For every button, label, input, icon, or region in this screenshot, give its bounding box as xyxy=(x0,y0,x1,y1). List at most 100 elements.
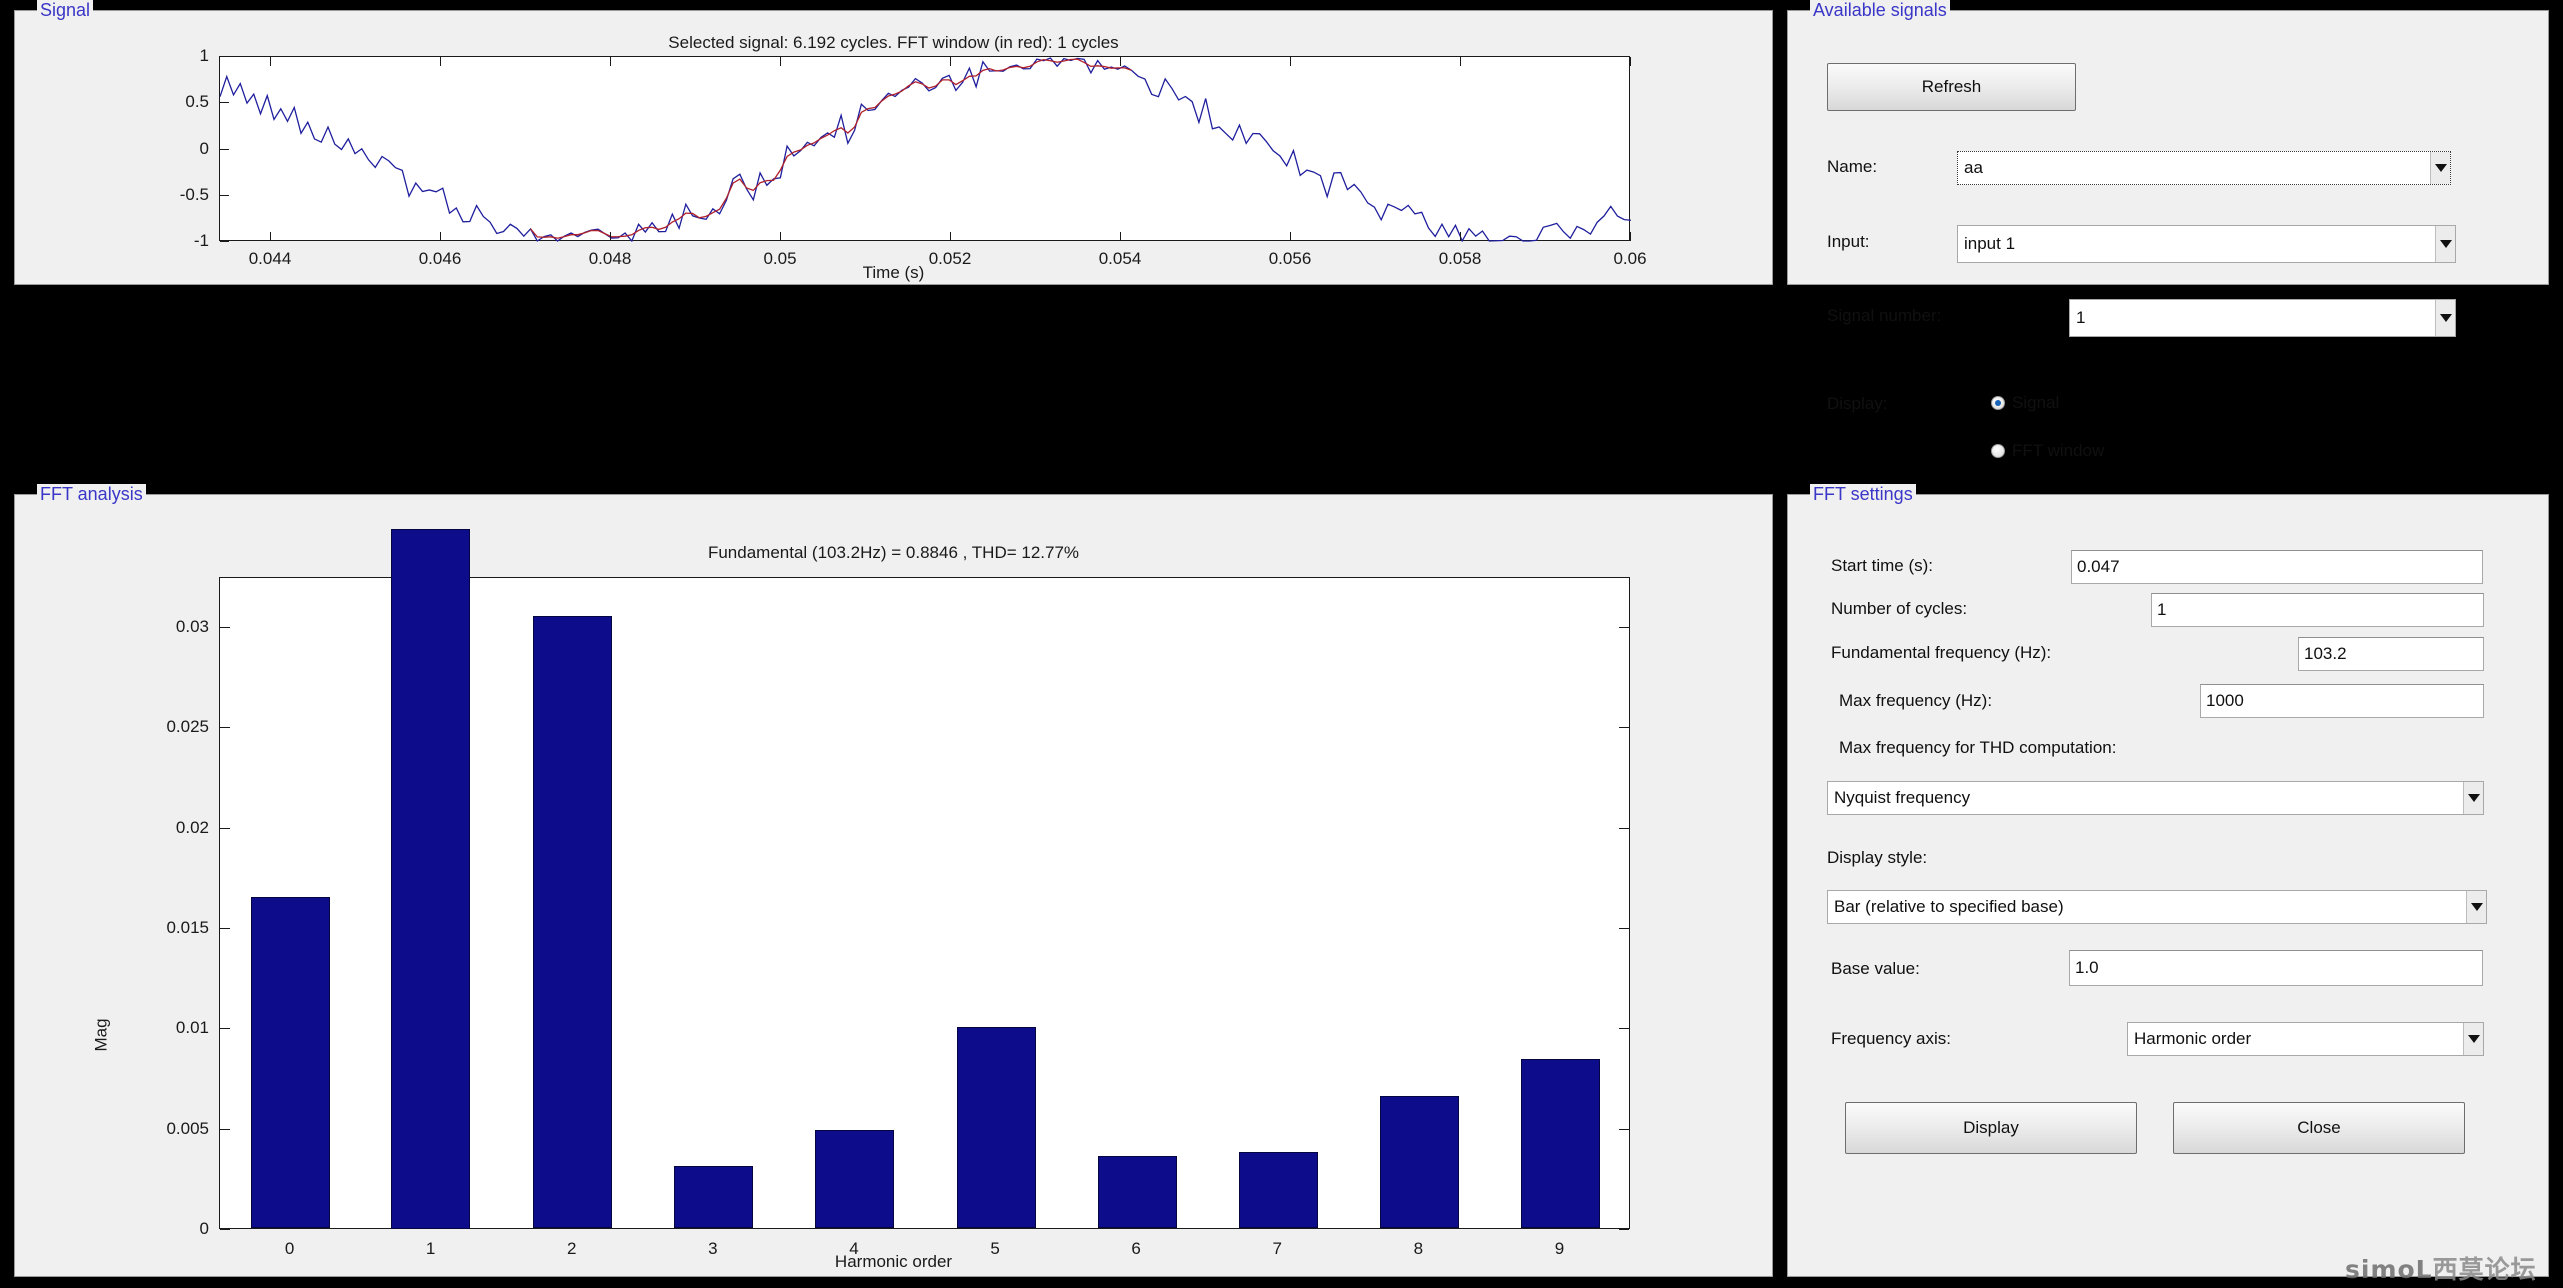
signal-x-tick xyxy=(1120,232,1121,241)
signal-number-label: Signal number: xyxy=(1827,306,1942,325)
signal-y-tick xyxy=(220,102,229,104)
signal-x-tick xyxy=(610,232,611,241)
display-button[interactable]: Display xyxy=(1845,1102,2137,1154)
fft-bar xyxy=(1520,1059,1600,1228)
fft-y-tick xyxy=(1619,1128,1629,1130)
fft-y-tick xyxy=(1619,1028,1629,1030)
close-button[interactable]: Close xyxy=(2173,1102,2465,1154)
signal-x-tick xyxy=(1630,57,1631,66)
signal-number-combobox[interactable]: 1 xyxy=(2069,299,2456,337)
max-frequency-thd-value: Nyquist frequency xyxy=(1834,788,1971,807)
chevron-down-icon[interactable] xyxy=(2463,1023,2483,1055)
fft-settings-panel-title: FFT settings xyxy=(1810,484,1916,504)
fft-y-tick-label: 0.03 xyxy=(175,617,209,637)
base-value-input[interactable]: 1.0 xyxy=(2069,950,2483,986)
fft-y-tick xyxy=(220,928,230,930)
fft-axes: Fundamental (103.2Hz) = 0.8846 , THD= 12… xyxy=(15,495,1772,1276)
signal-x-tick xyxy=(950,57,951,66)
number-of-cycles-input[interactable]: 1 xyxy=(2151,593,2484,627)
signal-x-tick xyxy=(440,57,441,66)
signal-y-tick-label: 0 xyxy=(199,138,209,158)
chevron-down-icon[interactable] xyxy=(2430,152,2450,184)
fft-y-tick xyxy=(220,1229,230,1230)
signal-x-tick xyxy=(270,57,271,66)
chevron-down-icon[interactable] xyxy=(2435,226,2455,262)
fft-bar xyxy=(251,897,331,1228)
display-style-value: Bar (relative to specified base) xyxy=(1834,897,2064,916)
fft-y-tick xyxy=(220,1028,230,1030)
fft-y-tick xyxy=(1619,627,1629,629)
signal-x-tick xyxy=(440,232,441,241)
signal-number-combobox-value: 1 xyxy=(2076,308,2086,327)
radio-fft-window[interactable]: FFT window xyxy=(1991,441,2104,461)
fft-y-tick-label: 0.01 xyxy=(175,1018,209,1038)
fft-y-tick xyxy=(220,1128,230,1130)
signal-x-tick xyxy=(780,57,781,66)
signal-plot-area xyxy=(219,56,1631,242)
radio-signal[interactable]: Signal xyxy=(1991,393,2059,413)
signal-x-tick xyxy=(1290,57,1291,66)
available-signals-panel-title: Available signals xyxy=(1810,0,1950,20)
max-frequency-input[interactable]: 1000 xyxy=(2200,684,2484,718)
fft-analysis-panel: FFT analysis Fundamental (103.2Hz) = 0.8… xyxy=(14,484,1773,1277)
signal-y-tick xyxy=(220,56,229,57)
watermark-latin: simoL xyxy=(2345,1255,2433,1284)
signal-plot-title: Selected signal: 6.192 cycles. FFT windo… xyxy=(668,33,1119,52)
fft-y-tick-label: 0.025 xyxy=(166,717,209,737)
fft-y-tick xyxy=(220,727,230,729)
signal-y-tick xyxy=(220,241,229,242)
fft-bar xyxy=(815,1129,895,1228)
signal-x-tick xyxy=(950,232,951,241)
fundamental-frequency-label: Fundamental frequency (Hz): xyxy=(1831,643,2052,662)
fft-settings-panel: FFT settings Start time (s): 0.047 Numbe… xyxy=(1787,484,2549,1277)
signal-y-tick xyxy=(220,194,229,196)
display-style-combobox[interactable]: Bar (relative to specified base) xyxy=(1827,890,2487,924)
input-combobox[interactable]: input 1 xyxy=(1957,225,2456,263)
signal-y-tick-label: 0.5 xyxy=(185,92,209,112)
refresh-button[interactable]: Refresh xyxy=(1827,63,2076,111)
fft-y-tick-label: 0.015 xyxy=(166,918,209,938)
fft-tools-window: Signal Selected signal: 6.192 cycles. FF… xyxy=(0,0,2563,1288)
signal-waveform xyxy=(220,57,1631,242)
fft-y-tick xyxy=(220,627,230,629)
name-combobox-value: aa xyxy=(1964,158,1983,177)
chevron-down-icon[interactable] xyxy=(2466,891,2486,923)
signal-x-tick xyxy=(270,232,271,241)
site-watermark: simoL西莫论坛 xyxy=(2345,1250,2537,1286)
signal-x-tick xyxy=(1460,57,1461,66)
signal-x-tick xyxy=(1460,232,1461,241)
fft-y-axis-label: Mag xyxy=(91,1018,111,1052)
max-frequency-thd-label: Max frequency for THD computation: xyxy=(1839,738,2117,757)
signal-y-tick-label: -0.5 xyxy=(179,184,209,204)
name-combobox[interactable]: aa xyxy=(1957,151,2451,185)
fft-bar xyxy=(1097,1155,1177,1228)
signal-x-tick xyxy=(1120,57,1121,66)
watermark-cn: 西莫论坛 xyxy=(2432,1255,2537,1284)
max-frequency-thd-combobox[interactable]: Nyquist frequency xyxy=(1827,781,2484,815)
frequency-axis-label: Frequency axis: xyxy=(1831,1029,1951,1048)
name-label: Name: xyxy=(1827,157,1878,176)
fundamental-frequency-input[interactable]: 103.2 xyxy=(2298,637,2484,671)
fft-x-axis-label: Harmonic order xyxy=(834,1252,953,1271)
signal-x-axis-label: Time (s) xyxy=(862,263,925,282)
signal-axes: Selected signal: 6.192 cycles. FFT windo… xyxy=(15,11,1772,284)
fft-y-tick xyxy=(1619,727,1629,729)
fft-plot-title: Fundamental (103.2Hz) = 0.8846 , THD= 12… xyxy=(707,543,1080,562)
frequency-axis-combobox[interactable]: Harmonic order xyxy=(2127,1022,2484,1056)
chevron-down-icon[interactable] xyxy=(2435,300,2455,336)
display-label: Display: xyxy=(1827,394,1888,413)
fft-y-tick xyxy=(1619,827,1629,829)
fft-y-tick-label: 0.02 xyxy=(175,817,209,837)
signal-x-tick xyxy=(1290,232,1291,241)
fft-bar xyxy=(956,1027,1036,1228)
signal-y-tick-label: -1 xyxy=(193,231,209,250)
chevron-down-icon[interactable] xyxy=(2463,782,2483,814)
signal-x-tick xyxy=(1630,232,1631,241)
available-signals-panel: Available signals Refresh Name: aa Input… xyxy=(1787,0,2549,460)
fft-y-tick xyxy=(220,827,230,829)
radio-signal-label: Signal xyxy=(2012,393,2060,412)
start-time-input[interactable]: 0.047 xyxy=(2071,550,2483,584)
fft-y-tick xyxy=(1619,928,1629,930)
fft-plot-area xyxy=(219,577,1630,1229)
signal-x-tick xyxy=(780,232,781,241)
